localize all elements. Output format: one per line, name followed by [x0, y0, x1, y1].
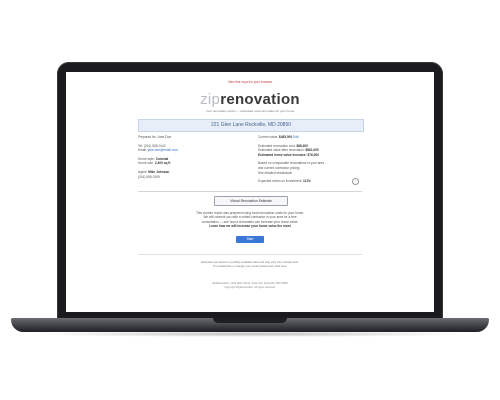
value-increase-value: $76,000 [307, 152, 319, 157]
footer: ZipRenovation, 1234 Main Street, Suite 1… [156, 282, 344, 289]
laptop-notch [213, 318, 287, 323]
roi-row: Expected return on investment: 111% [258, 179, 362, 184]
intro-line-4: Learn how we will increase your home val… [209, 224, 291, 229]
disclaimer: Estimates are based on publicly availabl… [156, 260, 344, 268]
value-increase-row: Estimated home value increase: $76,000 [258, 153, 362, 158]
email-report: View this report in your browser zipreno… [86, 78, 414, 306]
agent-value: Mike Johnson [148, 169, 170, 174]
email-value[interactable]: jane.doe@email.com [148, 148, 178, 152]
estimate-column: Current value: $485,000 Edit Estimated r… [258, 135, 362, 184]
detailed-breakdown-link[interactable]: See detailed breakdown [258, 171, 362, 176]
prepared-for: Prepared for: Jane Doe [138, 135, 172, 139]
arrow-right-icon[interactable]: › [352, 178, 359, 185]
view-in-browser-link[interactable]: View this report in your browser [86, 80, 414, 84]
home-size-row: Home size: 2,400 sq ft [138, 161, 238, 166]
current-value-label: Current value: [258, 135, 279, 139]
client-info-column: Prepared for: Jane Doe Tel: (301) 555-01… [138, 135, 238, 179]
tagline: Your renovation report — estimated costs… [205, 109, 295, 113]
phone-value: (301) 555-0142 [143, 143, 166, 148]
logo-part-renovation: renovation [220, 91, 300, 108]
footer-divider [138, 254, 362, 255]
renovation-cost-value: $68,400 [296, 143, 308, 148]
home-size-value: 2,400 sq ft [154, 161, 171, 166]
renovation-cost-label: Estimated renovation cost: [258, 143, 296, 148]
logo-part-zip: zip [200, 91, 221, 108]
edit-value-link[interactable]: Edit [293, 135, 299, 139]
ziprenovation-logo: ziprenovation [86, 92, 414, 108]
home-size-label: Home size: [138, 161, 154, 166]
virtual-estimate-button[interactable]: Virtual Renovation Estimate [214, 196, 288, 206]
agent-phone: (301) 555-0199 [138, 174, 160, 179]
laptop-shadow [30, 331, 470, 337]
section-divider [138, 191, 362, 192]
email-row: Email: jane.doe@email.com [138, 148, 238, 153]
unsubscribe-link[interactable]: To unsubscribe or change your email pref… [156, 264, 344, 268]
intro-paragraph: This custom report was prepared using lo… [168, 211, 332, 229]
current-value-row: Current value: $485,000 Edit [258, 135, 362, 140]
laptop-screen: View this report in your browser zipreno… [66, 72, 434, 312]
roi-label: Expected return on investment: [258, 179, 303, 184]
email-label: Email: [138, 148, 147, 153]
value-increase-label: Estimated home value increase: [258, 152, 307, 157]
start-button[interactable]: Start [236, 236, 264, 243]
home-style-label: Home style: [138, 156, 155, 161]
phone-label: Tel: [138, 143, 143, 148]
footer-copyright: Copyright ZipRenovation. All rights rese… [224, 285, 276, 289]
value-after-value: $561,000 [305, 148, 319, 153]
property-address: 221 Glen Lane Rockville, MD 20850 [138, 119, 364, 132]
agent-label: Agent: [138, 169, 148, 174]
current-value: $485,000 [278, 135, 293, 139]
value-after-label: Estimated value after renovation: [258, 148, 305, 153]
roi-value: 111% [303, 179, 311, 184]
home-style-value: Colonial [155, 156, 169, 161]
